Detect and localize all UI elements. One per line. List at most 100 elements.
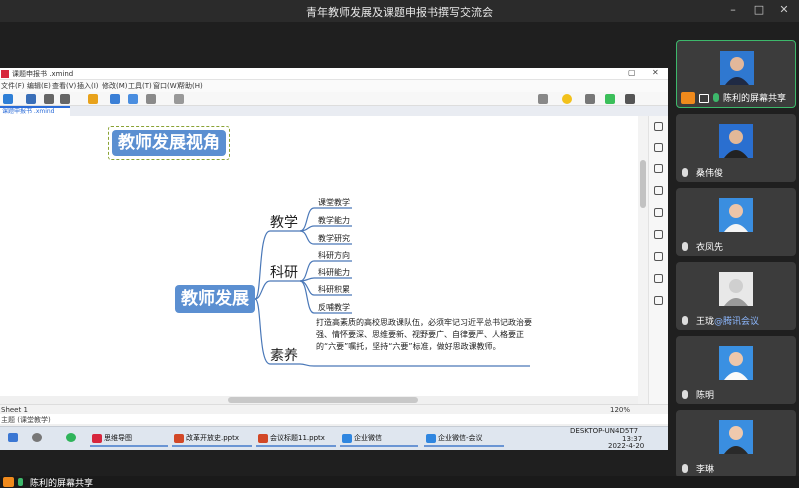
subtopic-1[interactable]: 课堂教学 (318, 197, 350, 208)
participant-name: 王珑@腾讯会议 (696, 317, 760, 327)
tab-current-file[interactable]: 课题申报书 .xmind (0, 106, 70, 116)
task-icon[interactable] (654, 274, 663, 283)
participant-tile[interactable]: 衣凤先 (676, 188, 796, 256)
taskbar-item-wecom-meeting[interactable]: 企业微信-会议 (424, 430, 504, 447)
start-icon[interactable] (8, 433, 18, 442)
mic-icon (713, 93, 719, 102)
mindmap-canvas: 教师发展视角 教师发展 教学 科研 素养 课堂教学 教学能力 教学研究 科研方向… (0, 116, 638, 404)
xmind-restore-icon[interactable]: ▢ (628, 68, 636, 77)
menu-modify[interactable]: 修改(M) (102, 81, 128, 91)
participant-tile[interactable]: 桑伟俊 (676, 114, 796, 182)
subtopic-6[interactable]: 科研积累 (318, 284, 350, 295)
participant-photo (719, 198, 753, 232)
branch-teaching[interactable]: 教学 (270, 212, 298, 232)
menu-file[interactable]: 文件(F) (1, 81, 25, 91)
menu-view[interactable]: 查看(V) (52, 81, 76, 91)
xmind-title-bar: 课题申报书 .xmind ▢ ✕ (0, 68, 668, 80)
branch-literacy[interactable]: 素养 (270, 345, 298, 365)
home-icon[interactable] (3, 94, 13, 104)
mic-muted-icon (682, 316, 688, 325)
literacy-paragraph[interactable]: 打造高素质的高校思政课队伍，必须牢记习近平总书记政治要强、情怀要深、思维要新、视… (316, 317, 534, 353)
participant-tile[interactable]: 陈利的屏幕共享 (676, 40, 796, 108)
pictures-icon[interactable] (654, 186, 663, 195)
format-icon[interactable] (654, 143, 663, 152)
idea-icon[interactable] (562, 94, 572, 104)
horizontal-scroll-thumb[interactable] (228, 397, 418, 403)
participant-name: 李琳 (696, 465, 715, 475)
search-icon[interactable] (32, 433, 42, 442)
subtopic-3[interactable]: 教学研究 (318, 233, 350, 244)
mic-muted-icon (682, 464, 688, 473)
sync-icon[interactable] (605, 94, 615, 104)
participant-photo (719, 420, 753, 454)
minimize-button[interactable]: – (726, 3, 740, 16)
save-icon[interactable] (26, 94, 36, 104)
clipboard-icon[interactable] (654, 296, 663, 305)
participant-tile[interactable]: 王珑@腾讯会议 (676, 262, 796, 330)
boundary-icon[interactable] (128, 94, 138, 104)
floating-topic[interactable]: 教师发展视角 (108, 126, 230, 160)
horizontal-scrollbar[interactable] (0, 396, 638, 404)
image-icon[interactable] (585, 94, 595, 104)
subtopic-2[interactable]: 教学能力 (318, 215, 350, 226)
windows-taskbar: 思维导图 改革开放史.pptx 会议标题11.pptx 企业微信 企业微信-会议… (0, 426, 668, 450)
redo-icon[interactable] (60, 94, 70, 104)
screen-share-icon (681, 92, 695, 104)
screen-share-icon (3, 477, 14, 487)
undo-icon[interactable] (44, 94, 54, 104)
menu-edit[interactable]: 编辑(E) (27, 81, 51, 91)
taskbar-item-xmind[interactable]: 思维导图 (90, 430, 168, 447)
menu-help[interactable]: 帮助(H) (178, 81, 203, 91)
browser-icon[interactable] (66, 433, 76, 442)
meeting-title: 青年教师发展及课题申报书撰写交流会 (306, 6, 493, 19)
floating-topic-label: 教师发展视角 (112, 130, 226, 156)
participant-name: 桑伟俊 (696, 169, 724, 179)
central-topic[interactable]: 教师发展 (175, 285, 255, 313)
subtopic-7[interactable]: 反哺教学 (318, 302, 350, 313)
comments-icon[interactable] (654, 252, 663, 261)
shared-screen: 课题申报书 .xmind ▢ ✕ 文件(F) 编辑(E) 查看(V) 插入(I)… (0, 68, 668, 450)
insert-topic-icon[interactable] (88, 94, 98, 104)
participant-name: 陈明 (696, 391, 715, 401)
monitor-icon (699, 94, 709, 103)
markers-icon[interactable] (654, 230, 663, 239)
outline-icon[interactable] (654, 122, 663, 131)
xmind-info-bar: 主题 (课堂教学) (0, 414, 668, 424)
branch-research[interactable]: 科研 (270, 262, 298, 282)
selected-topic-info: 主题 (课堂教学) (1, 416, 51, 424)
zoom-level[interactable]: 120% (610, 406, 630, 414)
share-icon[interactable] (538, 94, 548, 104)
mic-muted-icon (682, 242, 688, 251)
subtopic-5[interactable]: 科研能力 (318, 267, 350, 278)
taskbar-item-ppt1[interactable]: 改革开放史.pptx (172, 430, 252, 447)
vertical-scrollbar[interactable] (638, 116, 648, 404)
participant-list: 陈利的屏幕共享 桑伟俊 衣凤先 王珑@腾讯会议 陈明 李琳 (672, 38, 799, 488)
maximize-button[interactable]: □ (752, 3, 766, 16)
tray-date[interactable]: 2022-4-20 (608, 442, 644, 450)
relationship-icon[interactable] (110, 94, 120, 104)
menu-insert[interactable]: 插入(I) (77, 81, 99, 91)
wecom-icon (342, 434, 352, 443)
xmind-toolbar (0, 92, 668, 106)
subtopic-4[interactable]: 科研方向 (318, 250, 350, 261)
right-panel (648, 116, 668, 416)
participant-tile[interactable]: 李琳 (676, 410, 796, 478)
participant-tile[interactable]: 陈明 (676, 336, 796, 404)
more-icon[interactable] (174, 94, 184, 104)
taskbar-item-wecom[interactable]: 企业微信 (340, 430, 418, 447)
xmind-menu-bar: 文件(F) 编辑(E) 查看(V) 插入(I) 修改(M) 工具(T) 窗口(W… (0, 80, 668, 92)
menu-window[interactable]: 窗口(W) (153, 81, 179, 91)
wecom-icon (426, 434, 436, 443)
notes-icon[interactable] (654, 208, 663, 217)
icons-icon[interactable] (654, 164, 663, 173)
menu-tools[interactable]: 工具(T) (128, 81, 152, 91)
summary-icon[interactable] (146, 94, 156, 104)
vertical-scroll-thumb[interactable] (640, 160, 646, 208)
close-button[interactable]: ✕ (777, 3, 791, 16)
sheet-tab[interactable]: Sheet 1 (1, 406, 28, 414)
share-label: 陈利的屏幕共享 (30, 479, 94, 488)
taskbar-item-ppt2[interactable]: 会议标题11.pptx (256, 430, 336, 447)
participant-photo (720, 51, 754, 85)
xmind-close-icon[interactable]: ✕ (652, 68, 659, 77)
view-icon[interactable] (625, 94, 635, 104)
